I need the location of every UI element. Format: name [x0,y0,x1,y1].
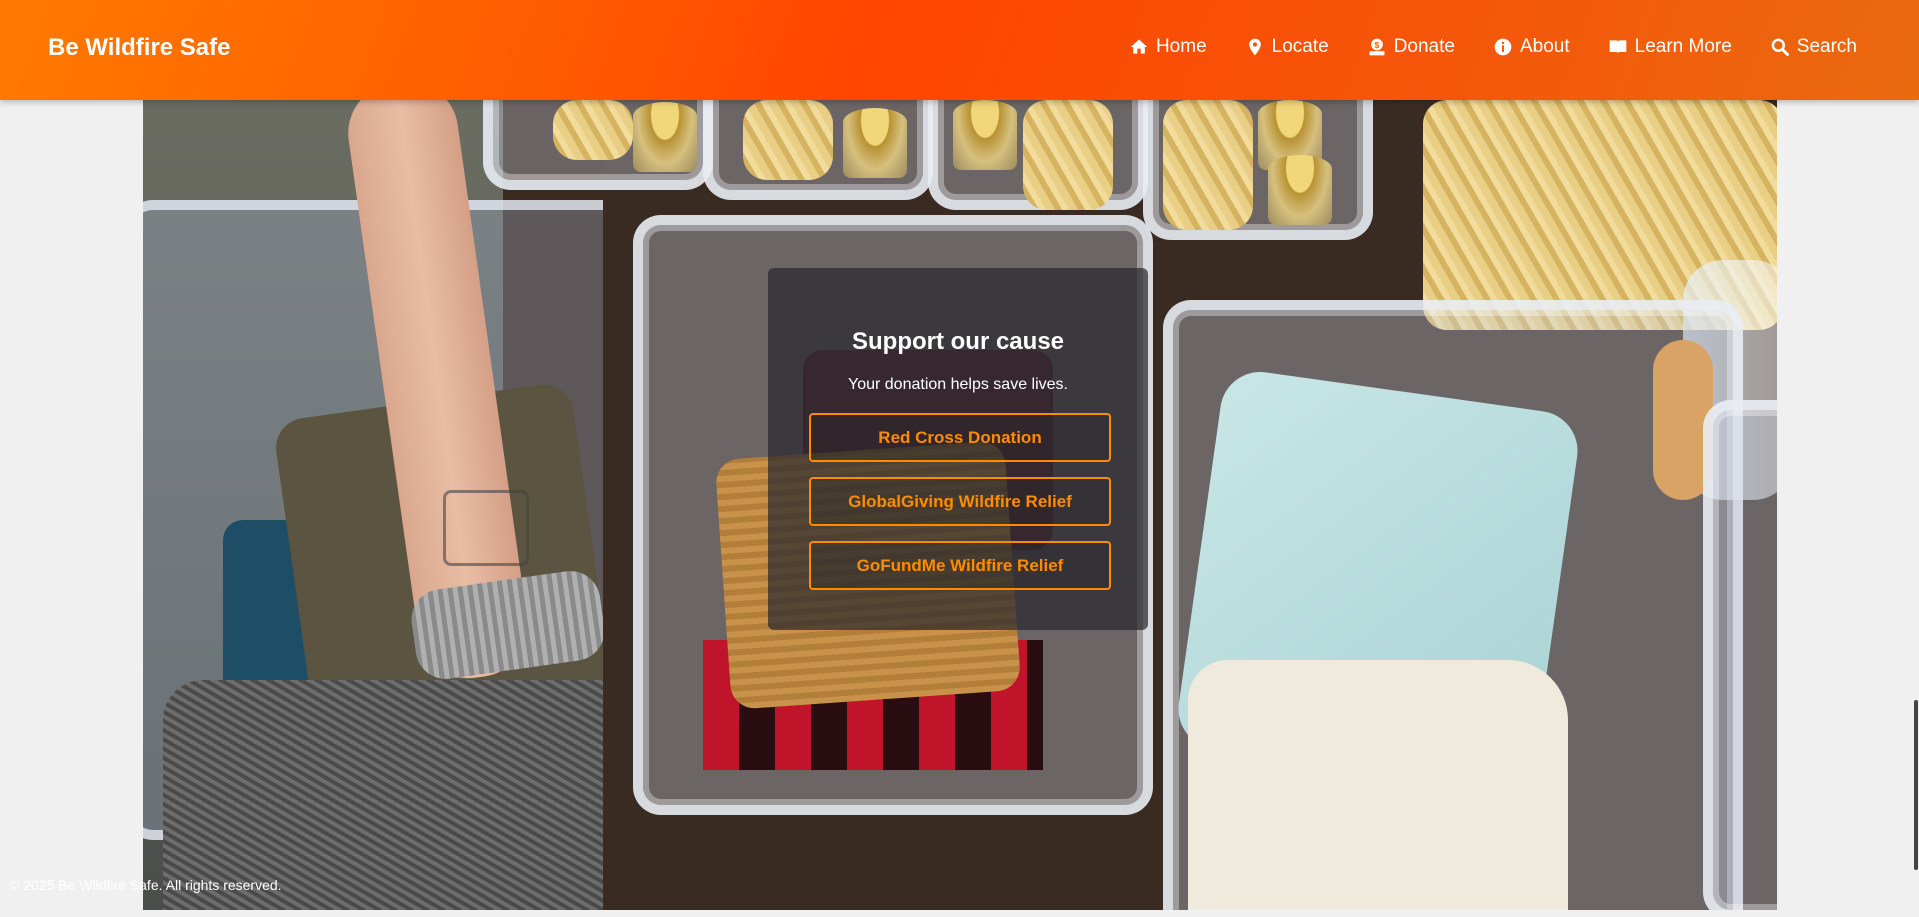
nav-donate[interactable]: $ Donate [1367,36,1455,58]
photo-far-right-bin [1703,400,1777,910]
nav-home-label: Home [1155,36,1207,57]
gofundme-relief-button[interactable]: GoFundMe Wildfire Relief [809,541,1111,590]
nav-donate-label: Donate [1393,36,1455,57]
svg-text:$: $ [1374,40,1379,50]
top-navbar: Be Wildfire Safe Home Locate $ Donate Ab… [0,0,1919,100]
map-pin-icon [1248,38,1261,56]
photo-jar-3 [953,100,1017,170]
nav-home[interactable]: Home [1129,36,1207,58]
photo-pasta-2 [743,100,833,180]
photo-jar-2 [843,108,907,178]
photo-white-cloth [1188,660,1568,910]
nav-locate-label: Locate [1271,36,1329,57]
photo-pasta-4 [1163,100,1253,230]
nav-locate[interactable]: Locate [1245,36,1329,58]
page-scrollbar[interactable] [1911,100,1919,917]
donate-card: Support our cause Your donation helps sa… [768,268,1148,630]
search-icon [1771,38,1789,56]
main-nav: Home Locate $ Donate About Learn More Se… [1091,36,1857,58]
nav-search-label: Search [1796,36,1857,57]
nav-learn-more[interactable]: Learn More [1608,36,1732,58]
donate-icon: $ [1369,38,1385,56]
book-icon [1609,40,1626,54]
nav-search[interactable]: Search [1770,36,1857,58]
scrollbar-thumb[interactable] [1914,700,1918,870]
info-icon [1494,38,1512,56]
home-icon [1130,39,1148,54]
photo-pasta-1 [553,100,633,160]
globalgiving-relief-button[interactable]: GlobalGiving Wildfire Relief [809,477,1111,526]
donate-card-title: Support our cause [851,328,1065,355]
photo-pasta-3 [1023,100,1113,210]
footer-copyright: © 2025 Be Wildfire Safe. All rights rese… [9,877,282,893]
nav-about[interactable]: About [1493,36,1570,58]
nav-about-label: About [1519,36,1570,57]
site-brand[interactable]: Be Wildfire Safe [48,34,231,62]
photo-tattoo [443,490,529,566]
red-cross-donation-button[interactable]: Red Cross Donation [809,413,1111,462]
nav-learn-more-label: Learn More [1634,36,1732,57]
photo-jar-5 [1268,155,1332,225]
photo-jar-1 [633,102,697,172]
donate-card-subtitle: Your donation helps save lives. [848,376,1068,393]
